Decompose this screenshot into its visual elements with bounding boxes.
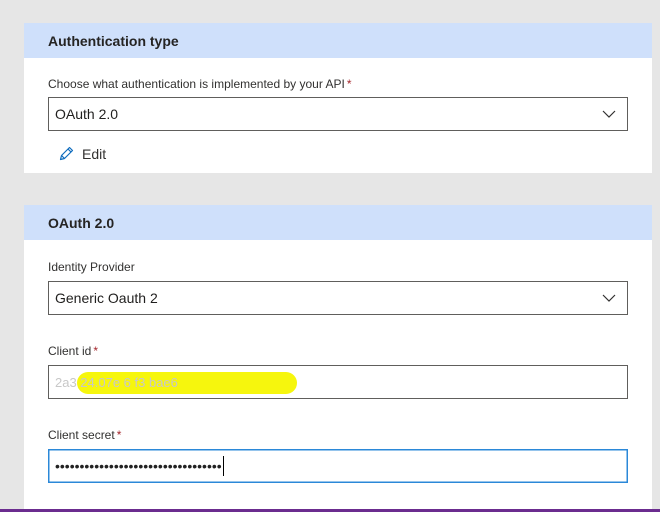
oauth-card: OAuth 2.0 Identity Provider Generic Oaut… [24,205,652,509]
auth-type-label: Choose what authentication is implemente… [48,77,352,91]
client-id-value: 2a3 24.07e 6 f3 bae6 [55,374,178,390]
auth-type-dropdown[interactable]: OAuth 2.0 [48,97,628,131]
identity-provider-selected-value: Generic Oauth 2 [55,290,158,306]
auth-type-label-text: Choose what authentication is implemente… [48,77,345,91]
client-secret-label-text: Client secret [48,428,115,442]
oauth-header: OAuth 2.0 [24,205,652,240]
client-id-input[interactable]: 2a3 24.07e 6 f3 bae6 [48,365,628,399]
chevron-down-icon [602,110,616,118]
client-secret-label: Client secret * [48,428,121,442]
edit-button[interactable]: Edit [58,145,106,162]
auth-type-selected-value: OAuth 2.0 [55,106,119,122]
auth-type-card: Authentication type Choose what authenti… [24,23,652,173]
client-id-label-text: Client id [48,344,92,358]
pencil-icon [59,146,74,161]
oauth-title: OAuth 2.0 [48,214,115,231]
text-caret [222,456,224,476]
client-id-label: Client id * [48,344,98,358]
required-asterisk: * [346,77,352,91]
identity-provider-label: Identity Provider [48,260,135,274]
identity-provider-dropdown[interactable]: Generic Oauth 2 [48,281,628,315]
client-secret-input[interactable]: •••••••••••••••••••••••••••••••••• [48,449,628,483]
required-asterisk: * [93,344,99,358]
identity-provider-label-text: Identity Provider [48,260,135,274]
auth-type-header: Authentication type [24,23,652,58]
chevron-down-icon [602,294,616,302]
client-secret-value: •••••••••••••••••••••••••••••••••• [55,458,222,474]
required-asterisk: * [116,428,122,442]
edit-label: Edit [82,145,107,162]
auth-type-title: Authentication type [48,32,179,49]
